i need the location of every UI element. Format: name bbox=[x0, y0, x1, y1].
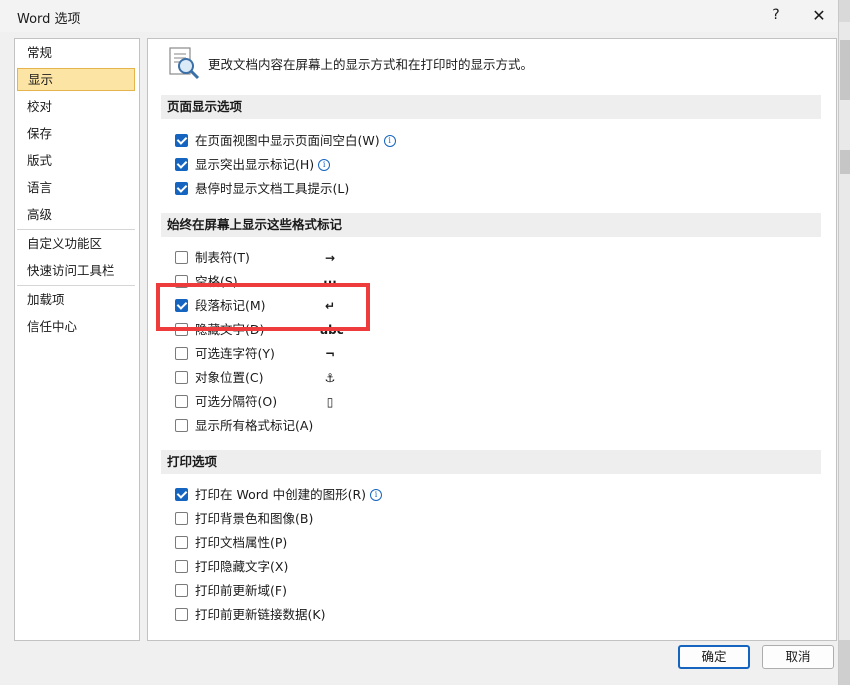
word-options-dialog: Word 选项 ? ✕ 常规 显示 校对 保存 版式 语言 高级 自定义功能区 … bbox=[0, 0, 839, 685]
option-label: 在页面视图中显示页面间空白(W) bbox=[195, 133, 380, 148]
red-highlight-box bbox=[156, 283, 370, 331]
dialog-title: Word 选项 bbox=[17, 12, 81, 27]
sidebar-item-trust-center[interactable]: 信任中心 bbox=[17, 315, 135, 338]
section-printing-options: 打印选项 bbox=[161, 450, 821, 474]
options-content-panel: 更改文档内容在屏幕上的显示方式和在打印时的显示方式。 页面显示选项 在页面视图中… bbox=[147, 38, 837, 641]
option-label: 可选连字符(Y) bbox=[195, 346, 275, 361]
checkbox[interactable] bbox=[175, 584, 188, 597]
close-button[interactable]: ✕ bbox=[806, 4, 832, 28]
sidebar-item-quick-access-toolbar[interactable]: 快速访问工具栏 bbox=[17, 259, 135, 282]
option-label: 悬停时显示文档工具提示(L) bbox=[195, 181, 350, 196]
sidebar-divider bbox=[17, 285, 135, 286]
ok-button[interactable]: 确定 bbox=[678, 645, 750, 669]
info-icon[interactable]: i bbox=[370, 489, 383, 501]
background-app-block bbox=[838, 640, 850, 685]
sidebar-item-add-ins[interactable]: 加载项 bbox=[17, 288, 135, 311]
option-label: 打印文档属性(P) bbox=[195, 535, 288, 550]
checkbox[interactable] bbox=[175, 251, 188, 264]
option-label: 打印隐藏文字(X) bbox=[195, 559, 289, 574]
checkbox[interactable] bbox=[175, 512, 188, 525]
optional-break-icon: ▯ bbox=[326, 395, 334, 409]
content-description: 更改文档内容在屏幕上的显示方式和在打印时的显示方式。 bbox=[208, 57, 534, 72]
help-button[interactable]: ? bbox=[765, 4, 787, 26]
info-icon[interactable]: i bbox=[318, 159, 331, 171]
checkbox[interactable] bbox=[175, 158, 188, 171]
title-bar: Word 选项 ? ✕ bbox=[0, 0, 838, 32]
option-label: 显示突出显示标记(H) bbox=[195, 157, 315, 172]
checkbox[interactable] bbox=[175, 536, 188, 549]
sidebar-item-layout[interactable]: 版式 bbox=[17, 149, 135, 172]
option-label: 打印前更新链接数据(K) bbox=[195, 607, 326, 622]
option-label: 打印在 Word 中创建的图形(R) bbox=[195, 487, 367, 502]
sidebar-item-general[interactable]: 常规 bbox=[17, 41, 135, 64]
option-label: 制表符(T) bbox=[195, 250, 250, 265]
checkbox[interactable] bbox=[175, 371, 188, 384]
option-label: 打印前更新域(F) bbox=[195, 583, 287, 598]
section-page-display-options: 页面显示选项 bbox=[161, 95, 821, 119]
options-sidebar: 常规 显示 校对 保存 版式 语言 高级 自定义功能区 快速访问工具栏 加载项 … bbox=[14, 38, 140, 641]
cancel-button[interactable]: 取消 bbox=[762, 645, 834, 669]
checkbox[interactable] bbox=[175, 488, 188, 501]
tab-arrow-icon: → bbox=[324, 251, 336, 265]
display-magnifier-icon bbox=[169, 47, 200, 80]
sidebar-item-customize-ribbon[interactable]: 自定义功能区 bbox=[17, 232, 135, 255]
background-app-block bbox=[840, 40, 850, 100]
checkbox[interactable] bbox=[175, 395, 188, 408]
checkbox[interactable] bbox=[175, 560, 188, 573]
option-label: 显示所有格式标记(A) bbox=[195, 418, 314, 433]
sidebar-item-save[interactable]: 保存 bbox=[17, 122, 135, 145]
checkbox[interactable] bbox=[175, 419, 188, 432]
background-app-block bbox=[840, 150, 850, 174]
checkbox[interactable] bbox=[175, 134, 188, 147]
checkbox[interactable] bbox=[175, 608, 188, 621]
anchor-icon: ⚓ bbox=[324, 371, 336, 385]
checkbox[interactable] bbox=[175, 182, 188, 195]
section-formatting-marks: 始终在屏幕上显示这些格式标记 bbox=[161, 213, 821, 237]
background-app-strip bbox=[838, 0, 850, 685]
checkbox[interactable] bbox=[175, 347, 188, 360]
sidebar-divider bbox=[17, 229, 135, 230]
sidebar-item-language[interactable]: 语言 bbox=[17, 176, 135, 199]
sidebar-item-proofing[interactable]: 校对 bbox=[17, 95, 135, 118]
sidebar-item-advanced[interactable]: 高级 bbox=[17, 203, 135, 226]
info-icon[interactable]: i bbox=[383, 135, 396, 147]
background-app-block bbox=[838, 0, 850, 22]
option-label: 对象位置(C) bbox=[195, 370, 264, 385]
optional-hyphen-icon: ¬ bbox=[324, 347, 336, 361]
option-label: 可选分隔符(O) bbox=[195, 394, 278, 409]
sidebar-item-display[interactable]: 显示 bbox=[17, 68, 135, 91]
option-label: 打印背景色和图像(B) bbox=[195, 511, 314, 526]
